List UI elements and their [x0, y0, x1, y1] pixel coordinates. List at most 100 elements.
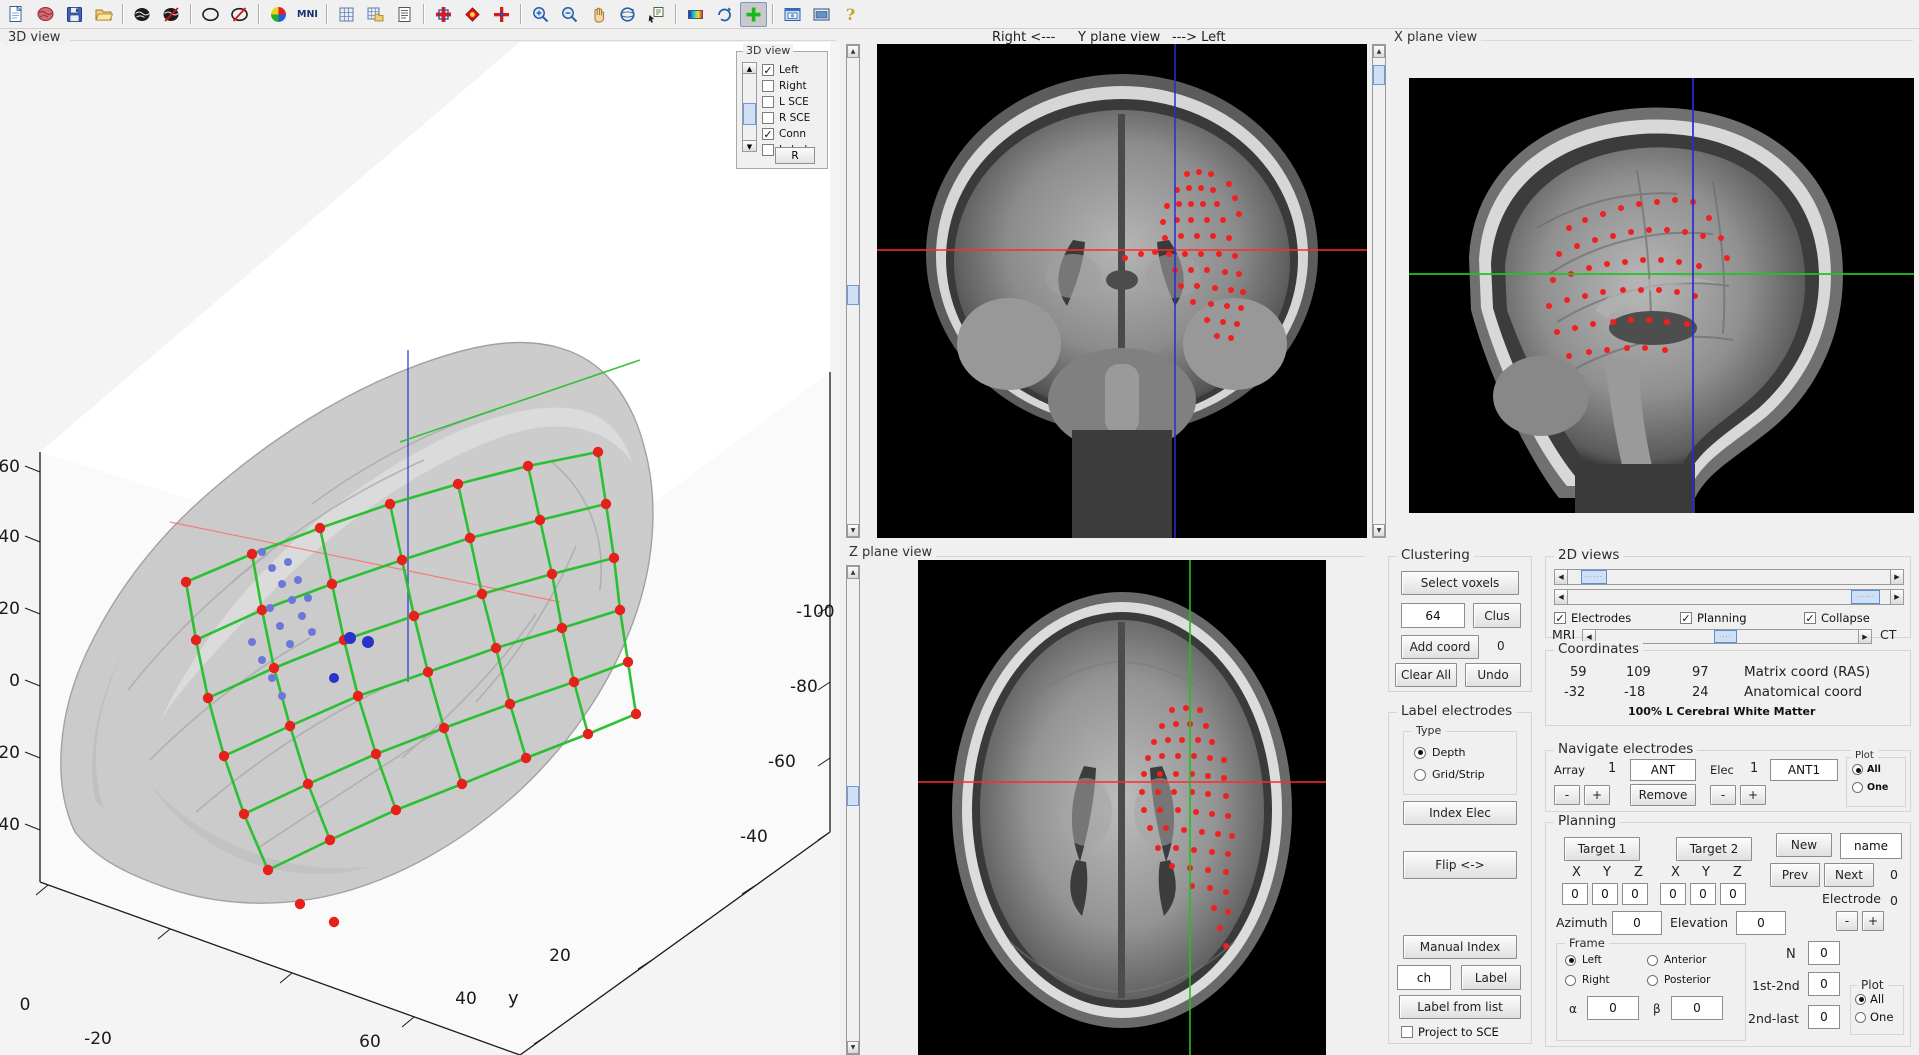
alpha-input[interactable]: 0	[1587, 996, 1639, 1020]
slider-thumb[interactable]: ····	[1714, 630, 1738, 643]
help-icon[interactable]: ?	[837, 2, 864, 27]
slider-track[interactable]: ······	[1568, 570, 1890, 584]
zoom-in-icon[interactable]	[527, 2, 554, 27]
checkbox-box[interactable]	[762, 144, 774, 156]
z-plane-image[interactable]	[918, 560, 1326, 1055]
y-plane-left-scrollbar[interactable]: ▲ ▼	[846, 44, 860, 538]
undo-button[interactable]: Undo	[1465, 663, 1521, 687]
legend-scroll-thumb[interactable]	[743, 103, 756, 125]
radio-dot[interactable]	[1647, 975, 1658, 986]
y-plane-image[interactable]	[877, 44, 1367, 538]
elec-increment-button[interactable]: +	[1740, 785, 1766, 805]
array-increment-button[interactable]: +	[1584, 785, 1610, 805]
scroll-thumb[interactable]	[847, 786, 859, 806]
legend-scrollbar[interactable]: ▲ ▼	[742, 62, 757, 152]
project-to-sce-checkbox[interactable]: Project to SCE	[1401, 1025, 1499, 1039]
list-button[interactable]	[391, 2, 418, 27]
slider-left-arrow[interactable]: ◀	[1555, 570, 1568, 584]
target1-y-input[interactable]: 0	[1592, 883, 1618, 905]
layer-checkbox-lsce[interactable]: L SCE	[762, 94, 813, 110]
planning-checkbox[interactable]: ✓ Planning	[1680, 611, 1747, 625]
radio-dot[interactable]	[1852, 782, 1863, 793]
slider-thumb[interactable]: ······	[1851, 590, 1880, 604]
hide-brain-button[interactable]	[158, 2, 185, 27]
layout-icon[interactable]	[808, 2, 835, 27]
scroll-down-arrow[interactable]: ▼	[847, 1041, 859, 1054]
radio-frame-anterior[interactable]: Anterior	[1647, 954, 1706, 966]
layer-checkbox-left[interactable]: ✓ Left	[762, 62, 813, 78]
target1-button[interactable]: Target 1	[1564, 837, 1640, 861]
fiducials-button[interactable]	[459, 2, 486, 27]
open-folder-button[interactable]	[90, 2, 117, 27]
radio-dot[interactable]	[1414, 747, 1426, 759]
manual-index-button[interactable]: Manual Index	[1403, 935, 1517, 959]
legend-right-hemisphere-button[interactable]: R	[775, 147, 815, 164]
radio-planning-plot-one[interactable]: One	[1855, 1010, 1893, 1024]
checkbox-box[interactable]	[762, 112, 774, 124]
views2d-slider-top[interactable]: ◀ ······ ▶	[1554, 569, 1904, 585]
slider-right-arrow[interactable]: ▶	[1890, 590, 1903, 604]
scroll-thumb[interactable]	[1373, 65, 1385, 85]
colors-button[interactable]	[265, 2, 292, 27]
layer-checkbox-rsce[interactable]: R SCE	[762, 110, 813, 126]
checkbox-box[interactable]	[762, 96, 774, 108]
radio-type-depth[interactable]: Depth	[1414, 746, 1466, 759]
checkbox-box[interactable]: ✓	[762, 64, 774, 76]
x-plane-image[interactable]	[1409, 78, 1914, 513]
prev-plan-button[interactable]: Prev	[1770, 863, 1820, 887]
checkbox-box[interactable]: ✓	[762, 128, 774, 140]
scroll-thumb[interactable]	[847, 285, 859, 305]
slider-right-arrow[interactable]: ▶	[1890, 570, 1903, 584]
beta-input[interactable]: 0	[1671, 996, 1723, 1020]
y-plane-right-scrollbar[interactable]: ▲ ▼	[1372, 44, 1386, 538]
cluster-threshold-input[interactable]: 64	[1401, 603, 1465, 628]
remove-array-button[interactable]: Remove	[1630, 784, 1696, 806]
brain-3d-view[interactable]: 6040 200 2040 0-20 -40-60 604020 y	[0, 42, 840, 1055]
brain-3d-canvas[interactable]: 6040 200 2040 0-20 -40-60 604020 y	[0, 42, 840, 1055]
radio-planning-plot-all[interactable]: All	[1855, 992, 1884, 1006]
radio-dot[interactable]	[1647, 955, 1658, 966]
radio-dot[interactable]	[1852, 764, 1863, 775]
layer-checkbox-right[interactable]: Right	[762, 78, 813, 94]
data-cursor-icon[interactable]	[643, 2, 670, 27]
collapse-checkbox[interactable]: ✓ Collapse	[1804, 611, 1870, 625]
coregister-button[interactable]	[430, 2, 457, 27]
target1-x-input[interactable]: 0	[1562, 883, 1588, 905]
array-name-input[interactable]: ANT	[1630, 759, 1696, 781]
slider-thumb[interactable]: ······	[1581, 570, 1607, 584]
scroll-down-arrow[interactable]: ▼	[1373, 524, 1385, 537]
array-decrement-button[interactable]: -	[1554, 785, 1580, 805]
scroll-up-arrow[interactable]: ▲	[847, 45, 859, 58]
radio-dot[interactable]	[1414, 769, 1426, 781]
add-electrode-button[interactable]	[740, 2, 767, 27]
n-input[interactable]: 0	[1808, 941, 1840, 965]
screenshot-icon[interactable]	[779, 2, 806, 27]
radio-type-grid-strip[interactable]: Grid/Strip	[1414, 768, 1485, 781]
radio-dot[interactable]	[1565, 975, 1576, 986]
radio-dot[interactable]	[1855, 994, 1866, 1005]
radio-frame-left[interactable]: Left	[1565, 954, 1602, 966]
grid-folder-button[interactable]	[362, 2, 389, 27]
save-button[interactable]	[61, 2, 88, 27]
index-elec-button[interactable]: Index Elec	[1403, 801, 1517, 825]
legend-scroll-up-arrow[interactable]: ▲	[742, 62, 757, 74]
label-from-list-button[interactable]: Label from list	[1399, 995, 1521, 1019]
target2-y-input[interactable]: 0	[1690, 883, 1716, 905]
colorbar-icon[interactable]	[682, 2, 709, 27]
legend-scroll-down-arrow[interactable]: ▼	[742, 140, 757, 152]
target2-button[interactable]: Target 2	[1676, 837, 1752, 861]
new-plan-button[interactable]: New	[1776, 833, 1832, 857]
target1-z-input[interactable]: 0	[1622, 883, 1648, 905]
view3d-legend-panel[interactable]: 3D view ▲ ▼ ✓ Left Right L SCE	[736, 51, 828, 169]
electrode-increment-button[interactable]: +	[1862, 911, 1884, 931]
add-coord-button[interactable]: Add coord	[1401, 635, 1479, 659]
radio-dot[interactable]	[1565, 955, 1576, 966]
pan-icon[interactable]	[585, 2, 612, 27]
elec-name-input[interactable]: ANT1	[1770, 759, 1838, 781]
views2d-slider-bottom[interactable]: ◀ ······ ▶	[1554, 589, 1904, 605]
show-surface-button[interactable]	[197, 2, 224, 27]
show-brain-button[interactable]	[129, 2, 156, 27]
elevation-input[interactable]: 0	[1736, 911, 1786, 935]
elec-decrement-button[interactable]: -	[1710, 785, 1736, 805]
select-voxels-button[interactable]: Select voxels	[1401, 571, 1519, 595]
